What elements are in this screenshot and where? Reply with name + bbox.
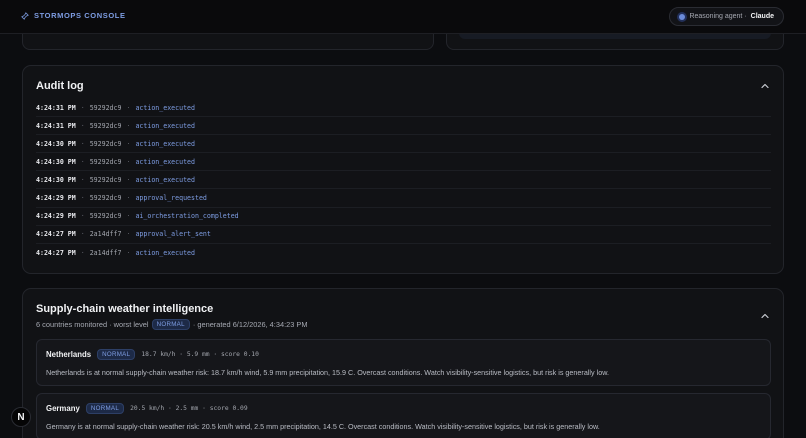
separator: · bbox=[126, 121, 131, 130]
separator: · bbox=[80, 194, 85, 203]
risk-level-badge: NORMAL bbox=[85, 403, 125, 414]
separator: · bbox=[80, 139, 85, 148]
chevron-up-icon[interactable] bbox=[760, 81, 770, 91]
audit-log-row: 4:24:30 PM · 59292dc9 · action_executed bbox=[36, 153, 771, 172]
supply-chain-title: Supply-chain weather intelligence bbox=[36, 303, 214, 315]
log-id: 2a14dff7 bbox=[89, 230, 122, 239]
supply-chain-card: Supply-chain weather intelligence 6 coun… bbox=[22, 288, 784, 438]
log-action: action_executed bbox=[135, 103, 195, 112]
country-metrics: 20.5 km/h · 2.5 mm · score 0.09 bbox=[130, 405, 248, 412]
separator: · bbox=[126, 139, 131, 148]
separator: · bbox=[126, 157, 131, 166]
log-id: 59292dc9 bbox=[89, 103, 122, 112]
log-action: action_executed bbox=[135, 175, 195, 184]
log-id: 59292dc9 bbox=[89, 157, 122, 166]
audit-log-row: 4:24:29 PM · 59292dc9 · ai_orchestration_com… bbox=[36, 208, 771, 226]
country-card-germany[interactable]: Germany NORMAL 20.5 km/h · 2.5 mm · scor… bbox=[36, 393, 771, 438]
separator: · bbox=[126, 103, 131, 112]
log-time: 4:24:31 PM bbox=[36, 121, 76, 130]
country-description: Germany is at normal supply-chain weathe… bbox=[46, 422, 600, 431]
log-time: 4:24:30 PM bbox=[36, 139, 76, 148]
separator: · bbox=[80, 212, 85, 221]
audit-log-row: 4:24:27 PM · 2a14dff7 · action_executed bbox=[36, 244, 771, 262]
top-bar: STORMOPS CONSOLE Reasoning agent · Claud… bbox=[0, 0, 806, 34]
generated-timestamp: · generated 6/12/2026, 4:34:23 PM bbox=[192, 320, 308, 329]
agent-name: Claude bbox=[750, 13, 774, 20]
agent-status-label: Reasoning agent · bbox=[689, 13, 747, 20]
log-id: 59292dc9 bbox=[89, 139, 122, 148]
country-metrics: 18.7 km/h · 5.9 mm · score 0.10 bbox=[141, 351, 259, 358]
separator: · bbox=[126, 212, 131, 221]
log-action: ai_orchestration_completed bbox=[135, 212, 239, 221]
supply-chain-summary: 6 countries monitored · worst level NORM… bbox=[36, 319, 307, 330]
log-time: 4:24:31 PM bbox=[36, 103, 76, 112]
log-action: action_executed bbox=[135, 139, 195, 148]
log-time: 4:24:29 PM bbox=[36, 194, 76, 203]
separator: · bbox=[126, 248, 131, 257]
log-id: 59292dc9 bbox=[89, 212, 122, 221]
log-action: action_executed bbox=[135, 121, 195, 130]
audit-log-title: Audit log bbox=[36, 80, 84, 92]
separator: · bbox=[126, 194, 131, 203]
separator: · bbox=[80, 157, 85, 166]
log-action: approval_alert_sent bbox=[135, 230, 211, 239]
audit-log-card: Audit log 4:24:31 PM · 59292dc9 · action_exe… bbox=[22, 65, 784, 274]
audit-log-list: 4:24:31 PM · 59292dc9 · action_executed 4:24:… bbox=[36, 99, 771, 262]
log-id: 59292dc9 bbox=[89, 121, 122, 130]
separator: · bbox=[80, 248, 85, 257]
countries-monitored: 6 countries monitored · worst level bbox=[36, 320, 149, 329]
chevron-up-icon[interactable] bbox=[760, 311, 770, 321]
dev-tools-letter: N bbox=[17, 411, 25, 423]
log-time: 4:24:29 PM bbox=[36, 212, 76, 221]
log-action: action_executed bbox=[135, 157, 195, 166]
status-dot-icon bbox=[679, 13, 686, 20]
audit-log-row: 4:24:27 PM · 2a14dff7 · approval_alert_sent bbox=[36, 226, 771, 244]
app-title: STORMOPS CONSOLE bbox=[34, 11, 126, 20]
agent-status-pill[interactable]: Reasoning agent · Claude bbox=[669, 7, 784, 26]
audit-log-row: 4:24:29 PM · 59292dc9 · approval_requested bbox=[36, 189, 771, 208]
audit-log-row: 4:24:31 PM · 59292dc9 · action_executed bbox=[36, 117, 771, 136]
dev-tools-button[interactable]: N bbox=[11, 407, 31, 427]
separator: · bbox=[80, 230, 85, 239]
worst-level-badge: NORMAL bbox=[151, 319, 190, 330]
audit-log-row: 4:24:31 PM · 59292dc9 · action_executed bbox=[36, 99, 771, 118]
audit-log-row: 4:24:30 PM · 59292dc9 · action_executed bbox=[36, 171, 771, 190]
log-id: 59292dc9 bbox=[89, 175, 122, 184]
log-id: 59292dc9 bbox=[89, 194, 122, 203]
country-description: Netherlands is at normal supply-chain we… bbox=[46, 368, 609, 377]
country-name: Germany bbox=[46, 404, 80, 413]
separator: · bbox=[126, 175, 131, 184]
separator: · bbox=[80, 175, 85, 184]
log-action: action_executed bbox=[135, 248, 195, 257]
log-time: 4:24:27 PM bbox=[36, 230, 76, 239]
country-name: Netherlands bbox=[46, 350, 92, 359]
brand[interactable]: STORMOPS CONSOLE bbox=[21, 11, 126, 20]
log-id: 2a14dff7 bbox=[89, 248, 122, 257]
audit-log-row: 4:24:30 PM · 59292dc9 · action_executed bbox=[36, 135, 771, 154]
log-time: 4:24:30 PM bbox=[36, 157, 76, 166]
log-time: 4:24:30 PM bbox=[36, 175, 76, 184]
country-card-netherlands[interactable]: Netherlands NORMAL 18.7 km/h · 5.9 mm · … bbox=[36, 339, 771, 386]
log-time: 4:24:27 PM bbox=[36, 248, 76, 257]
separator: · bbox=[126, 230, 131, 239]
pin-icon bbox=[21, 11, 29, 20]
risk-level-badge: NORMAL bbox=[97, 349, 136, 360]
log-action: approval_requested bbox=[135, 194, 207, 203]
separator: · bbox=[80, 121, 85, 130]
separator: · bbox=[80, 103, 85, 112]
